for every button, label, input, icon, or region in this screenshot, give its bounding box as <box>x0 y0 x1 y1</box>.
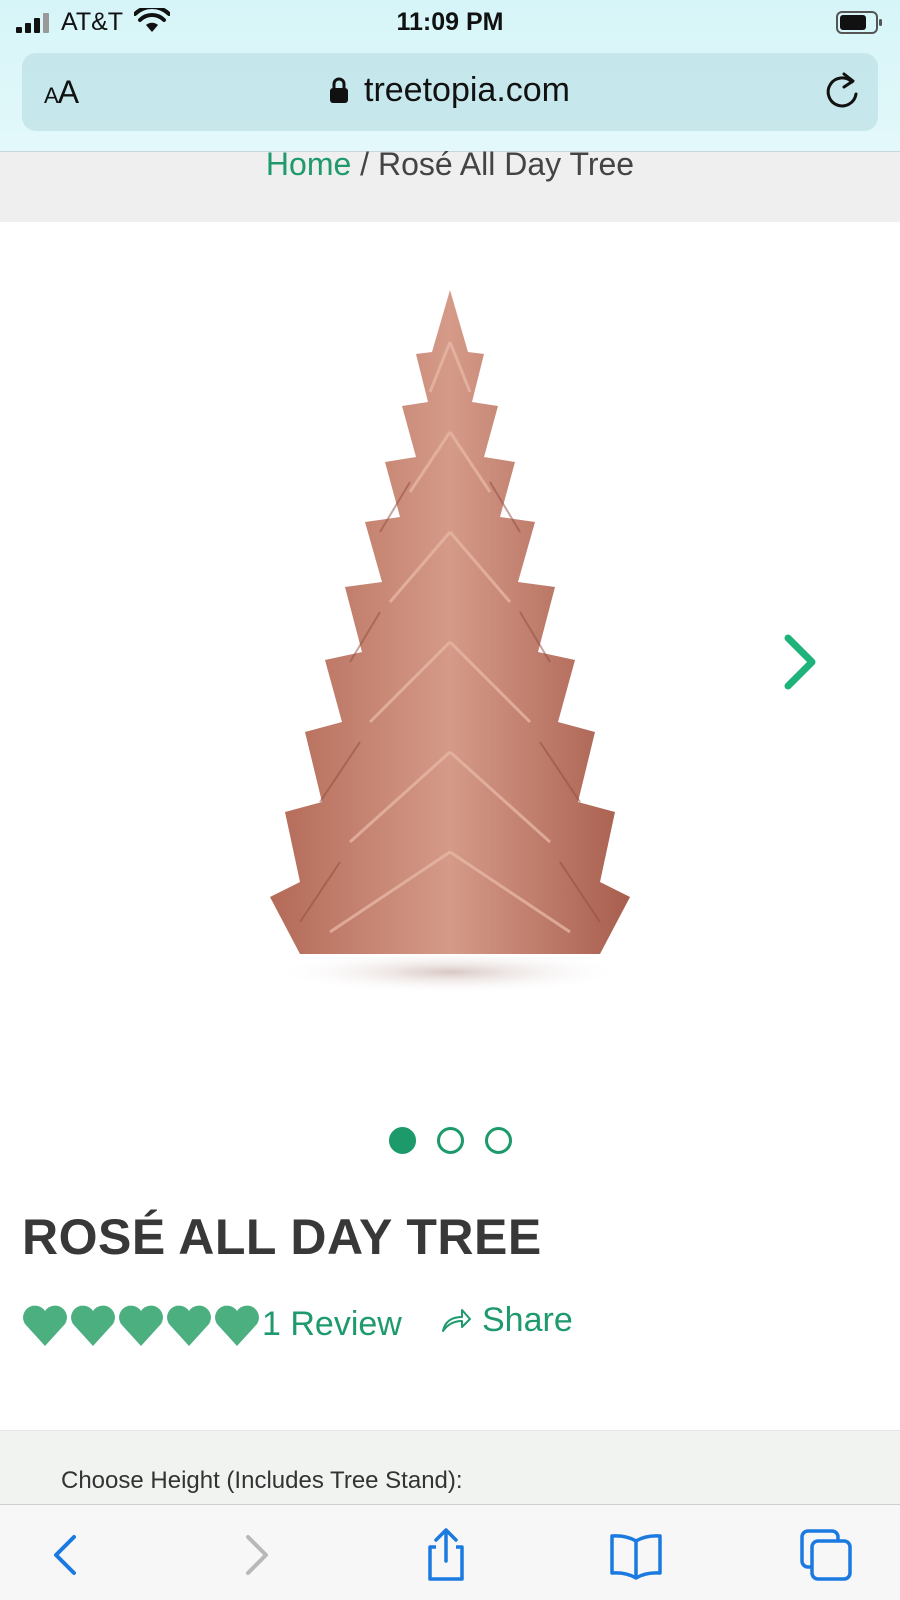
product-rating: 1 Review Share <box>22 1301 900 1351</box>
address-bar[interactable]: AA treetopia.com <box>22 53 878 131</box>
forward-icon[interactable] <box>228 1527 284 1583</box>
gallery-dot-1[interactable] <box>389 1127 416 1154</box>
browser-bottom-toolbar <box>0 1504 900 1600</box>
breadcrumb-current: Rosé All Day Tree <box>377 146 635 182</box>
gallery-dot-2[interactable] <box>437 1127 464 1154</box>
status-bar: AT&T 11:09 PM <box>0 0 900 48</box>
product-image-gallery[interactable] <box>0 222 900 1092</box>
share-link[interactable]: Share <box>440 1301 573 1340</box>
choose-height-label: Choose Height (Includes Tree Stand): <box>61 1467 463 1494</box>
next-image-arrow-icon[interactable] <box>780 632 820 692</box>
share-label: Share <box>482 1301 573 1339</box>
share-icon[interactable] <box>418 1527 474 1583</box>
lock-icon <box>330 77 348 103</box>
product-image-rose-tree <box>270 290 630 994</box>
gallery-dot-3[interactable] <box>485 1127 512 1154</box>
heart-rating-icon <box>119 1305 163 1346</box>
product-options: Choose Height (Includes Tree Stand): <box>0 1430 900 1504</box>
clock-time: 11:09 PM <box>396 8 504 36</box>
breadcrumb-home-link[interactable]: Home <box>266 146 351 182</box>
url-display[interactable]: treetopia.com <box>22 71 878 110</box>
url-text: treetopia.com <box>364 71 570 109</box>
breadcrumb-separator: / <box>360 146 370 182</box>
heart-rating-icon <box>71 1305 115 1346</box>
battery-icon <box>836 11 882 34</box>
heart-rating-icon <box>23 1305 67 1346</box>
breadcrumb: Home / Rosé All Day Tree <box>0 146 900 222</box>
gallery-pagination <box>0 1127 900 1155</box>
browser-top-chrome: AT&T 11:09 PM AA treetopia.com <box>0 0 900 152</box>
share-arrow-icon <box>442 1309 471 1332</box>
reload-icon[interactable] <box>822 72 862 112</box>
heart-rating-icon <box>215 1305 259 1346</box>
back-icon[interactable] <box>38 1527 94 1583</box>
tabs-icon[interactable] <box>798 1527 854 1583</box>
product-title: ROSÉ ALL DAY TREE <box>22 1209 542 1265</box>
bookmarks-icon[interactable] <box>608 1527 664 1583</box>
reviews-link[interactable]: 1 Review <box>262 1305 402 1344</box>
heart-rating-icon <box>167 1305 211 1346</box>
